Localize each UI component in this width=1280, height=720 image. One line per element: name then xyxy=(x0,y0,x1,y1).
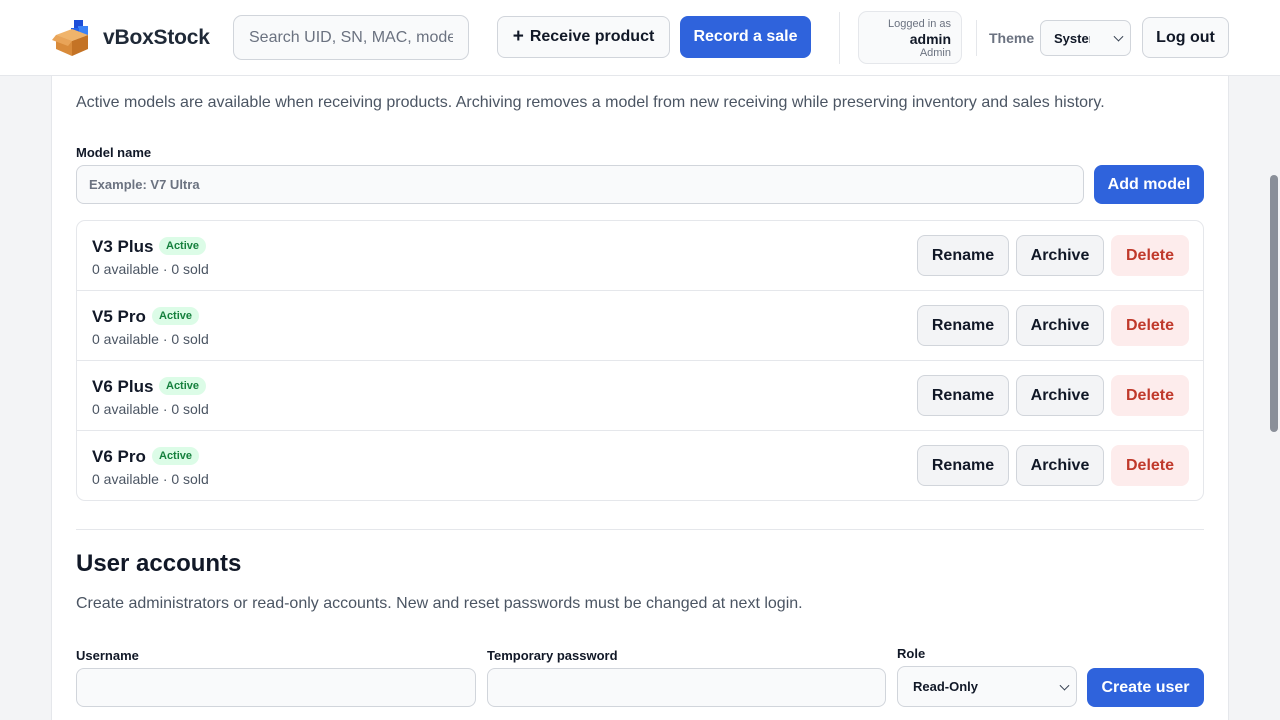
logout-button[interactable]: Log out xyxy=(1142,17,1229,58)
section-divider xyxy=(76,529,1204,530)
models-description: Active models are available when receivi… xyxy=(76,94,1105,111)
status-badge: Active xyxy=(159,377,207,395)
username-label: Username xyxy=(76,648,139,663)
user-accounts-heading: User accounts xyxy=(76,550,242,577)
delete-button[interactable]: Delete xyxy=(1111,235,1189,276)
model-stock-meta: 0 available · 0 sold xyxy=(92,331,209,347)
create-user-button[interactable]: Create user xyxy=(1087,668,1204,707)
add-model-button[interactable]: Add model xyxy=(1094,165,1204,204)
rename-button[interactable]: Rename xyxy=(917,305,1009,346)
theme-label: Theme xyxy=(989,30,1035,46)
archive-button[interactable]: Archive xyxy=(1016,375,1104,416)
user-role-display: Admin xyxy=(919,47,951,59)
search-input[interactable] xyxy=(233,15,469,60)
theme-value: System xyxy=(1054,30,1090,46)
model-stock-meta: 0 available · 0 sold xyxy=(92,261,209,277)
theme-select[interactable]: System xyxy=(1040,20,1131,56)
rename-button[interactable]: Rename xyxy=(917,445,1009,486)
model-row: V6 Pro Active 0 available · 0 sold Renam… xyxy=(77,431,1203,501)
model-stock-meta: 0 available · 0 sold xyxy=(92,471,209,487)
role-select[interactable]: Read-Only xyxy=(897,666,1077,707)
chevron-down-icon xyxy=(1113,31,1124,42)
delete-button[interactable]: Delete xyxy=(1111,305,1189,346)
model-name: V3 Plus xyxy=(92,237,154,256)
record-sale-button[interactable]: Record a sale xyxy=(680,16,811,58)
user-info: Logged in as admin Admin xyxy=(858,11,962,64)
model-name-input[interactable] xyxy=(76,165,1084,204)
archive-button[interactable]: Archive xyxy=(1016,445,1104,486)
delete-button[interactable]: Delete xyxy=(1111,375,1189,416)
role-label: Role xyxy=(897,646,926,661)
rename-button[interactable]: Rename xyxy=(917,235,1009,276)
models-list: V3 Plus Active 0 available · 0 sold Rena… xyxy=(76,220,1204,501)
model-name: V6 Pro xyxy=(92,447,146,466)
model-name-label: Model name xyxy=(76,145,152,160)
header-divider xyxy=(839,12,840,64)
username-display: admin xyxy=(909,31,951,47)
temporary-password-label: Temporary password xyxy=(487,648,618,663)
header-divider xyxy=(976,20,977,56)
top-header: vBoxStock + Receive product Record a sal… xyxy=(0,0,1280,76)
plus-icon: + xyxy=(512,25,524,47)
receive-product-button[interactable]: + Receive product xyxy=(497,16,670,58)
role-value: Read-Only xyxy=(913,679,979,694)
delete-button[interactable]: Delete xyxy=(1111,445,1189,486)
box-logo-icon xyxy=(52,20,88,56)
model-name: V5 Pro xyxy=(92,307,146,326)
chevron-down-icon xyxy=(1059,680,1070,691)
brand-name: vBoxStock xyxy=(103,26,210,49)
temporary-password-field[interactable] xyxy=(487,668,886,707)
model-row: V6 Plus Active 0 available · 0 sold Rena… xyxy=(77,361,1203,431)
status-badge: Active xyxy=(159,237,207,255)
receive-product-label: Receive product xyxy=(529,28,655,45)
model-name: V6 Plus xyxy=(92,377,154,396)
archive-button[interactable]: Archive xyxy=(1016,305,1104,346)
status-badge: Active xyxy=(152,307,200,325)
rename-button[interactable]: Rename xyxy=(917,375,1009,416)
model-row: V5 Pro Active 0 available · 0 sold Renam… xyxy=(77,291,1203,361)
page-scrollbar-thumb[interactable] xyxy=(1270,175,1278,432)
user-accounts-description: Create administrators or read-only accou… xyxy=(76,595,803,612)
logged-in-label: Logged in as xyxy=(888,18,951,30)
model-stock-meta: 0 available · 0 sold xyxy=(92,401,209,417)
archive-button[interactable]: Archive xyxy=(1016,235,1104,276)
status-badge: Active xyxy=(152,447,200,465)
model-row: V3 Plus Active 0 available · 0 sold Rena… xyxy=(77,221,1203,291)
username-field[interactable] xyxy=(76,668,476,707)
